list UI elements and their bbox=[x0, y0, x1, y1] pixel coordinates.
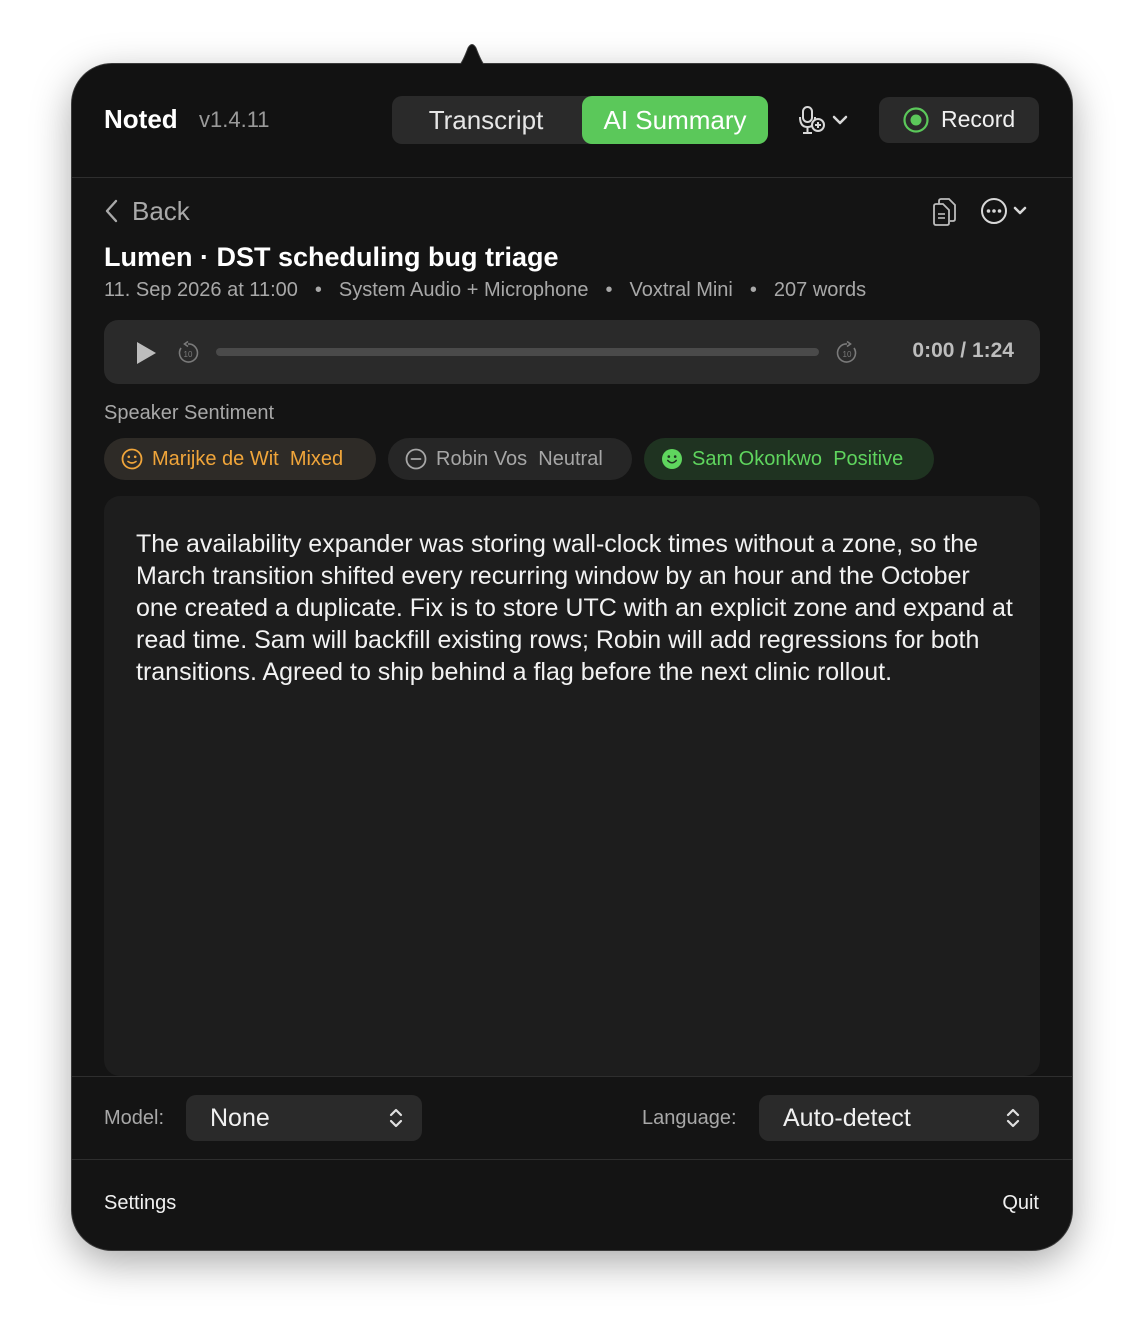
separator-dot: • bbox=[314, 279, 322, 301]
tab-transcript[interactable]: Transcript bbox=[392, 96, 580, 144]
play-icon[interactable] bbox=[134, 340, 158, 366]
model-value: None bbox=[210, 1104, 270, 1132]
app-version: v1.4.11 bbox=[199, 107, 270, 132]
model-select[interactable]: None bbox=[186, 1095, 422, 1141]
separator-dot: • bbox=[749, 279, 757, 301]
model-label: Model: bbox=[104, 1107, 165, 1129]
recording-word-count: 207 words bbox=[773, 279, 867, 301]
audio-player: 10 10 0:00 / 1:24 bbox=[104, 320, 1040, 384]
model-language-bar: Model: None Language: Auto-detect bbox=[72, 1076, 1072, 1160]
chevron-left-icon bbox=[105, 199, 118, 223]
chevron-up-down-icon bbox=[1006, 1108, 1020, 1128]
recording-source: System Audio + Microphone bbox=[338, 279, 589, 301]
chevron-up-down-icon bbox=[389, 1108, 403, 1128]
svg-text:10: 10 bbox=[843, 350, 852, 359]
language-select[interactable]: Auto-detect bbox=[759, 1095, 1039, 1141]
record-button[interactable]: Record bbox=[879, 97, 1039, 143]
recording-title: Lumen · DST scheduling bug triage bbox=[104, 242, 559, 272]
record-icon bbox=[903, 107, 929, 133]
svg-text:10: 10 bbox=[184, 350, 193, 359]
sentiment-chip-robin[interactable]: Robin Vos Neutral bbox=[388, 438, 632, 480]
microphone-menu-button[interactable] bbox=[798, 104, 854, 138]
neutral-minus-icon bbox=[405, 448, 427, 470]
record-label: Record bbox=[941, 106, 1016, 132]
skip-back-10-icon[interactable]: 10 bbox=[176, 341, 200, 365]
speaker-sentiment: Mixed bbox=[289, 448, 344, 470]
top-bar: Noted v1.4.11 Transcript AI Summary Reco… bbox=[72, 64, 1072, 178]
sentiment-chip-sam[interactable]: Sam Okonkwo Positive bbox=[644, 438, 934, 480]
copy-button[interactable] bbox=[930, 197, 958, 227]
sentiment-chip-marijke[interactable]: Marijke de Wit Mixed bbox=[104, 438, 376, 480]
separator-dot: • bbox=[605, 279, 613, 301]
speaker-name: Robin Vos bbox=[436, 448, 528, 470]
language-label: Language: bbox=[642, 1107, 737, 1129]
ai-summary-text: The availability expander was storing wa… bbox=[136, 530, 1013, 686]
ai-summary-panel: The availability expander was storing wa… bbox=[104, 496, 1040, 1076]
playback-scrubber[interactable] bbox=[216, 348, 819, 356]
settings-button[interactable]: Settings bbox=[104, 1192, 176, 1215]
skip-forward-10-icon[interactable]: 10 bbox=[835, 341, 859, 365]
recording-meta: 11. Sep 2026 at 11:00 • System Audio + Mic… bbox=[104, 279, 866, 302]
playback-time: 0:00 / 1:24 bbox=[912, 339, 1014, 362]
more-options-button[interactable] bbox=[978, 195, 1034, 227]
speaker-name: Marijke de Wit bbox=[152, 448, 279, 470]
app-window: Noted v1.4.11 Transcript AI Summary Reco… bbox=[72, 44, 1072, 1250]
sentiment-heading: Speaker Sentiment bbox=[104, 402, 275, 424]
speaker-sentiment: Neutral bbox=[538, 448, 603, 470]
view-switcher: Transcript AI Summary bbox=[392, 96, 768, 144]
speaker-sentiment: Positive bbox=[833, 448, 904, 470]
quit-button[interactable]: Quit bbox=[1002, 1192, 1039, 1215]
tab-ai-summary[interactable]: AI Summary bbox=[582, 96, 768, 144]
microphone-add-icon bbox=[799, 106, 848, 134]
recording-model: Voxtral Mini bbox=[629, 279, 733, 301]
ellipsis-circle-icon bbox=[981, 198, 1027, 224]
back-label: Back bbox=[132, 196, 190, 226]
language-value: Auto-detect bbox=[783, 1104, 911, 1132]
happy-face-icon bbox=[662, 449, 682, 469]
mixed-face-icon bbox=[121, 448, 143, 470]
copy-icon bbox=[933, 198, 956, 226]
app-name: Noted bbox=[104, 104, 178, 134]
speaker-name: Sam Okonkwo bbox=[692, 448, 823, 470]
recording-date: 11. Sep 2026 at 11:00 bbox=[104, 279, 298, 301]
